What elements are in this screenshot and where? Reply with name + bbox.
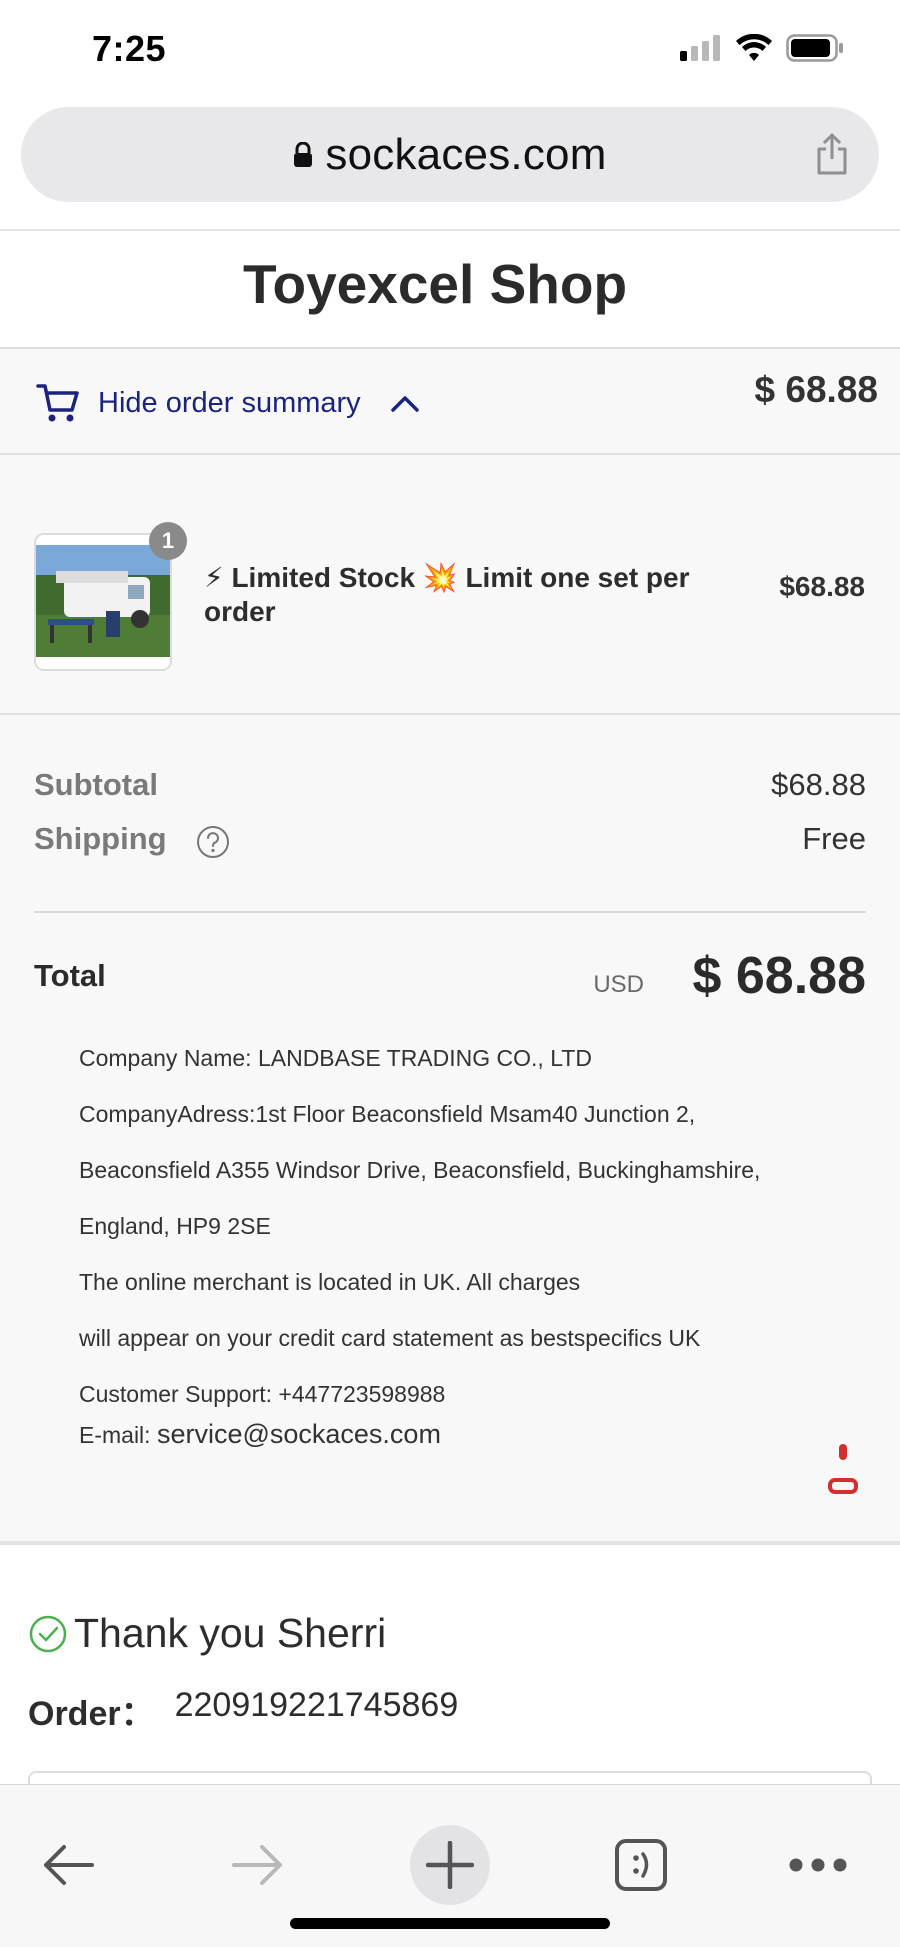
order-label: Order： <box>28 1695 155 1733</box>
totals-divider <box>34 911 866 913</box>
merchant-note-line-2: will appear on your credit card statemen… <box>79 1325 701 1351</box>
back-arrow-icon <box>44 1845 94 1885</box>
order-summary-toggle-label: Hide order summary <box>98 386 361 419</box>
order-summary-panel: ⚡ Limited Stock 💥 Limit one set per orde… <box>0 455 900 1545</box>
address-bar-content: sockaces.com <box>21 107 879 202</box>
battery-icon <box>786 34 843 62</box>
company-name-line: Company Name: LANDBASE TRADING CO., LTD <box>79 1045 592 1071</box>
cart-icon <box>36 384 79 422</box>
company-address-line-2: Beaconsfield A355 Windsor Drive, Beacons… <box>79 1157 761 1183</box>
more-icon <box>789 1858 847 1872</box>
product-line-item: ⚡ Limited Stock 💥 Limit one set per orde… <box>0 455 900 715</box>
tabs-button[interactable] <box>601 1825 681 1905</box>
url-text: sockaces.com <box>325 129 607 179</box>
shipping-label: Shipping <box>34 821 167 856</box>
email-line: E-mail: service@sockaces.com <box>79 1419 441 1450</box>
customer-support-line: Customer Support: +447723598988 <box>79 1381 446 1407</box>
subtotal-value: $68.88 <box>771 767 866 802</box>
quantity-badge-value: 1 <box>161 528 175 553</box>
thank-you-heading: Thank you Sherri <box>74 1610 387 1656</box>
shop-title[interactable]: Toyexcel Shop <box>0 252 870 316</box>
feedback-icon[interactable] <box>828 1444 858 1496</box>
quantity-badge: 1 <box>149 522 187 560</box>
order-summary-toggle-price: $ 68.88 <box>754 369 878 410</box>
merchant-note-line-1: The online merchant is located in UK. Al… <box>79 1269 581 1295</box>
email-label: E-mail: <box>79 1422 151 1448</box>
product-title: ⚡ Limited Stock 💥 Limit one set per orde… <box>204 562 690 627</box>
status-bar: 7:25 <box>0 0 900 100</box>
back-button[interactable] <box>28 1825 108 1905</box>
total-currency: USD <box>593 971 644 998</box>
header-divider <box>0 229 900 231</box>
lock-icon <box>294 141 313 167</box>
company-address-line-3: England, HP9 2SE <box>79 1213 271 1239</box>
product-price: $68.88 <box>779 571 865 602</box>
home-indicator[interactable] <box>290 1918 610 1929</box>
status-icons <box>680 34 844 62</box>
share-icon[interactable] <box>815 133 849 175</box>
check-circle-icon <box>29 1615 67 1652</box>
signal-icon <box>680 35 720 61</box>
order-number: 220919221745869 <box>174 1686 459 1724</box>
email-value[interactable]: service@sockaces.com <box>157 1419 441 1449</box>
product-thumbnail <box>34 533 172 671</box>
tabs-icon <box>615 1839 667 1891</box>
order-summary-toggle[interactable]: Hide order summary $ 68.88 <box>0 347 900 455</box>
chevron-up-icon <box>390 396 419 412</box>
status-time: 7:25 <box>92 28 167 69</box>
total-amount: $ 68.88 <box>692 947 867 1005</box>
new-tab-button[interactable] <box>410 1825 490 1905</box>
thank-you-row: Thank you Sherri <box>28 1610 386 1657</box>
forward-button[interactable] <box>218 1825 298 1905</box>
new-tab-plus-icon <box>426 1841 474 1889</box>
address-bar[interactable]: sockaces.com <box>21 107 879 202</box>
shipping-value: Free <box>802 821 866 856</box>
order-summary-toggle-left: Hide order summary <box>36 383 421 423</box>
subtotal-label: Subtotal <box>34 767 158 802</box>
more-button[interactable] <box>778 1825 858 1905</box>
product-image <box>36 535 170 669</box>
order-number-row: Order： 220919221745869 <box>28 1686 458 1735</box>
forward-arrow-icon <box>232 1845 282 1885</box>
company-address-line-1: CompanyAdress:1st Floor Beaconsfield Msa… <box>79 1101 696 1127</box>
help-icon[interactable] <box>196 825 230 859</box>
wifi-icon <box>736 34 772 61</box>
total-label: Total <box>34 958 106 993</box>
